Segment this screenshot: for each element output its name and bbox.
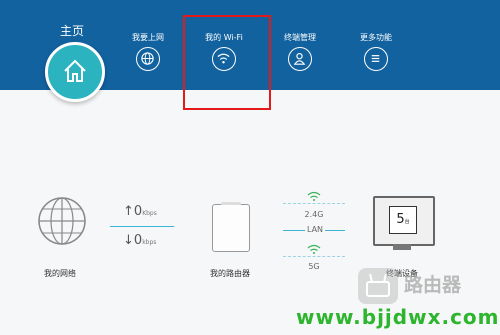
wifi-icon <box>307 191 321 201</box>
menu-icon <box>371 55 380 62</box>
download-unit: kbps <box>142 239 157 246</box>
device-count: 5 <box>396 212 405 227</box>
network-link-line <box>110 226 174 227</box>
user-icon <box>293 52 306 65</box>
device-unit: 台 <box>404 219 410 225</box>
upload-unit: Kbps <box>142 210 157 217</box>
monitor-icon[interactable]: 5台 <box>373 196 435 246</box>
router-logo-icon <box>366 273 390 297</box>
watermark-site-name: 路由器 <box>404 274 462 296</box>
arrow-down-icon: ↓ <box>123 233 134 248</box>
lan-line-left <box>283 230 305 231</box>
globe-icon[interactable] <box>36 195 88 251</box>
upload-value: 0 <box>133 204 143 219</box>
nav-item-devices[interactable]: 终端管理 <box>260 32 340 71</box>
download-value: 0 <box>133 233 143 248</box>
nav-item-more[interactable]: 更多功能 <box>336 32 416 71</box>
band-divider <box>283 203 345 204</box>
monitor-stand <box>393 244 411 250</box>
band-lan-label: LAN <box>306 225 324 234</box>
highlight-box <box>183 15 271 110</box>
upload-rate: ↑0Kbps <box>123 204 157 219</box>
nav-item-label: 更多功能 <box>360 33 392 42</box>
nav-home-label: 主页 <box>59 24 84 38</box>
nav-home-button[interactable] <box>45 42 105 102</box>
download-rate: ↓0kbps <box>123 233 156 248</box>
globe-icon <box>141 52 154 65</box>
my-network-label: 我的网络 <box>44 269 76 278</box>
band-divider <box>283 256 345 257</box>
nav-item-label: 终端管理 <box>284 33 316 42</box>
band-24-label: 2.4G <box>304 210 324 219</box>
nav-item-label: 我要上网 <box>132 33 164 42</box>
my-router-label: 我的路由器 <box>210 269 250 278</box>
device-count-box: 5台 <box>389 206 417 234</box>
watermark-url: www.bjjdwx.com <box>296 305 500 329</box>
wifi-icon <box>307 244 321 254</box>
arrow-up-icon: ↑ <box>123 204 134 219</box>
home-icon <box>64 59 86 82</box>
router-icon[interactable] <box>212 202 250 252</box>
band-5-label: 5G <box>308 262 320 271</box>
lan-line-right <box>325 230 345 231</box>
nav-item-internet[interactable]: 我要上网 <box>108 32 188 71</box>
watermark-logo <box>358 268 398 304</box>
